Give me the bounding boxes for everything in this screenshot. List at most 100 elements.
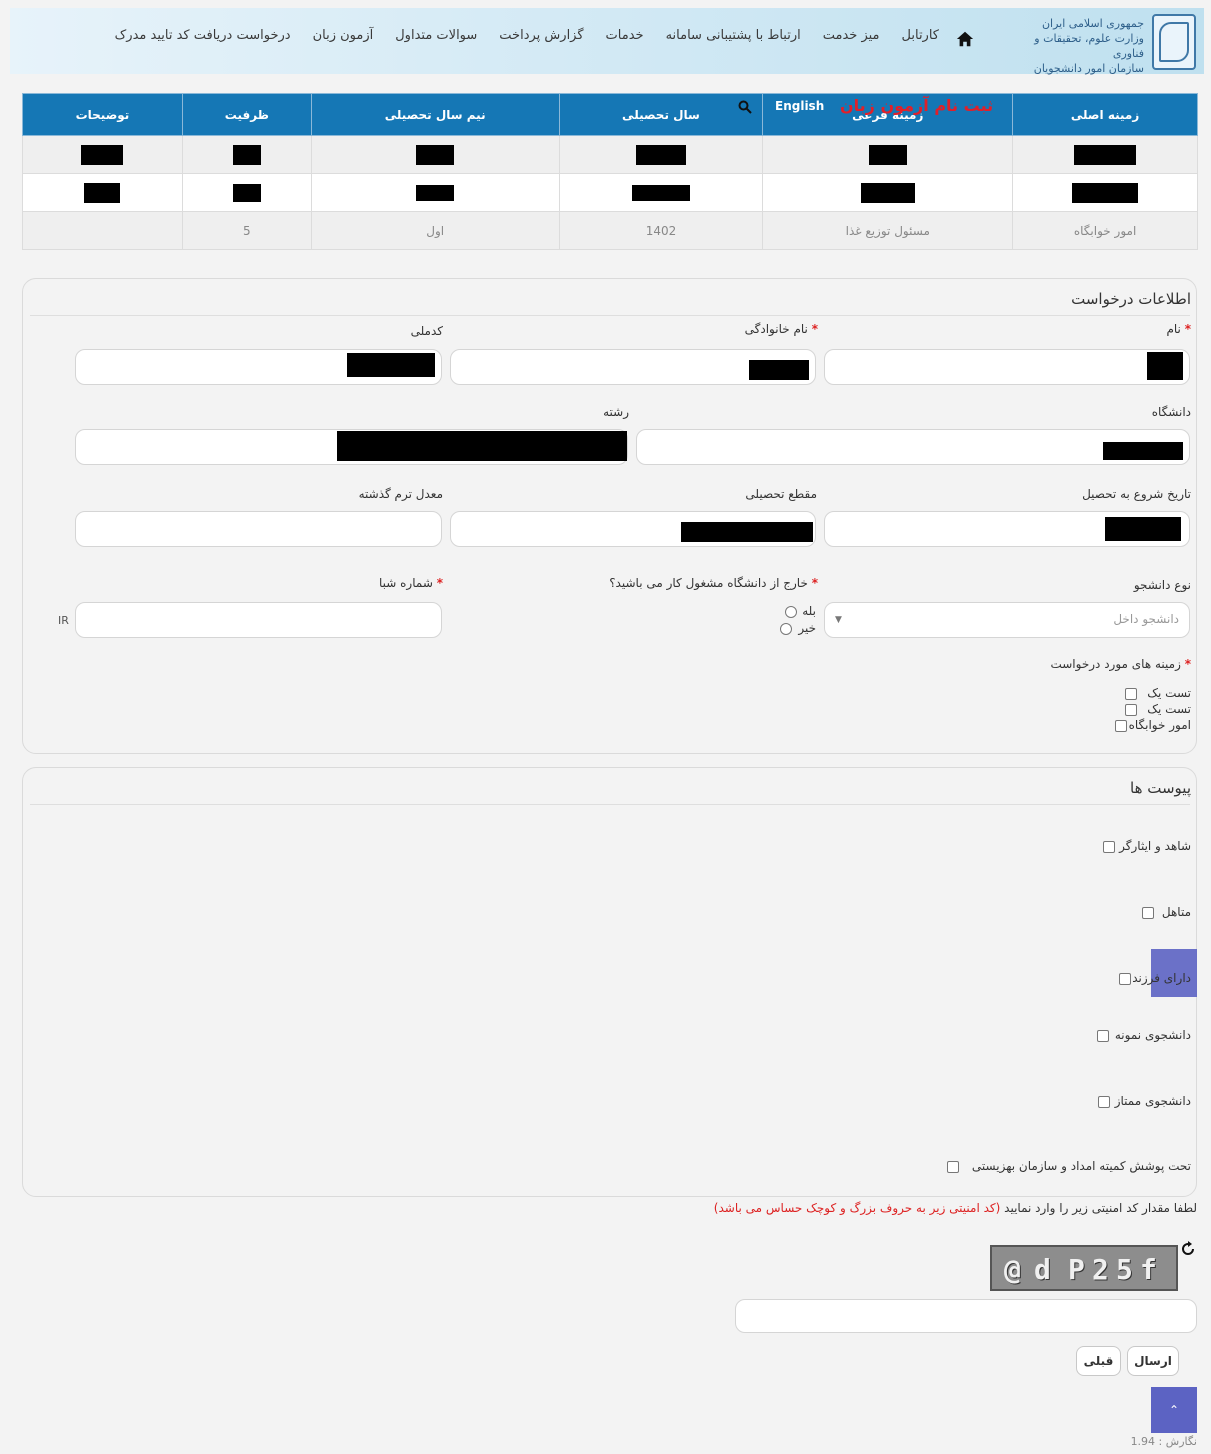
field-option-3-label: امور خوابگاه [1128,718,1191,732]
table-row[interactable] [22,173,1198,212]
nav-faq[interactable]: سوالات متداول [395,28,477,43]
attachment-martyr-checkbox[interactable] [1103,841,1115,853]
redacted-block [1072,182,1139,203]
redacted-block [347,353,435,377]
nav-support[interactable]: ارتباط با پشتیبانی سامانه [666,28,801,43]
language-exam-registration-title[interactable]: ثبت نام آزمون زبان [840,96,993,115]
first-name-label: * نام [1166,322,1191,336]
redacted-block [749,360,809,380]
first-name-field[interactable] [824,349,1190,385]
send-button[interactable]: ارسال [1127,1346,1179,1376]
home-icon[interactable] [956,30,974,48]
selection-table: زمینه اصلی زمینه فرعی سال تحصیلی نیم سال… [22,93,1198,250]
nav-certificate-code[interactable]: درخواست دریافت کد تایید مدرک [115,28,291,43]
attachment-excellent-checkbox[interactable] [1098,1096,1110,1108]
radio-no-label: خیر [798,621,816,635]
gpa-label: معدل ترم گذشته [358,487,443,501]
ministry-logo [1152,14,1196,70]
col-year: سال تحصیلی [558,93,764,136]
nav-language-exam[interactable]: آزمون زبان [313,28,374,43]
gpa-field[interactable] [75,511,442,547]
field-option-2-label: تست یک [1147,702,1191,716]
table-row[interactable]: امور خوابگاه مسئول توزیع غذا 1402 اول 5 [22,211,1198,250]
divider [30,315,1190,316]
redacted-block [416,144,455,165]
major-field[interactable] [75,429,628,465]
captcha-input[interactable] [735,1299,1197,1333]
student-type-value: دانشجو داخل [1113,612,1179,626]
col-notes: توضیحات [22,93,183,136]
radio-yes[interactable] [785,606,797,618]
start-date-label: تاریخ شروع به تحصیل [1082,487,1191,501]
nav-service-desk[interactable]: میز خدمت [823,28,880,43]
attachment-married-checkbox[interactable] [1142,907,1154,919]
field-option-1-checkbox[interactable] [1125,688,1137,700]
table-header-row: زمینه اصلی زمینه فرعی سال تحصیلی نیم سال… [22,93,1198,136]
last-name-label: * نام خانوادگی [744,322,818,336]
attachment-welfare-label: تحت پوشش کمیته امداد و سازمان بهزیستی [971,1159,1191,1173]
col-semester: نیم سال تحصیلی [310,93,560,136]
redacted-block [1105,517,1181,541]
major-label: رشته [603,405,629,419]
sheba-field[interactable] [75,602,442,638]
main-nav: کارتابل میز خدمت ارتباط با پشتیبانی ساما… [115,28,939,43]
degree-field[interactable] [450,511,816,547]
divider [30,804,1190,805]
redacted-block [1103,442,1183,460]
org-name: جمهوری اسلامی ایران وزارت علوم، تحقیقات … [1033,17,1144,75]
nav-kartable[interactable]: کارتابل [902,28,939,43]
radio-yes-label: بله [802,604,816,618]
table-row[interactable] [22,135,1198,174]
university-field[interactable] [636,429,1190,465]
radio-no[interactable] [780,623,792,635]
attachment-married-label: متاهل [1161,905,1191,919]
captcha-instructions: لطفا مقدار کد امنیتی زیر را وارد نمایید … [713,1201,1197,1215]
version-text: نگارش : 1.94 [1130,1435,1197,1448]
field-option-2-checkbox[interactable] [1125,704,1137,716]
attachment-child-label: دارای فرزند [1132,971,1191,985]
start-date-field[interactable] [824,511,1190,547]
attachment-martyr-label: شاهد و ایثارگر [1119,839,1191,853]
scroll-top-button[interactable]: ⌃ [1151,1387,1197,1433]
redacted-block [860,182,915,203]
redacted-block [1074,144,1137,165]
col-main-field: زمینه اصلی [1012,93,1198,136]
redacted-block [84,182,121,203]
nav-services[interactable]: خدمات [606,28,644,43]
field-option-3-checkbox[interactable] [1115,720,1127,732]
attachments-title: پیوست ها [1130,779,1191,797]
national-code-label: کدملی [410,324,443,338]
redacted-block [232,144,261,165]
redacted-block [681,522,813,542]
redacted-block [1147,352,1183,380]
redacted-block [232,183,261,202]
search-icon[interactable] [738,100,752,114]
panel-title: اطلاعات درخواست [1071,290,1191,308]
redacted-block [416,184,455,201]
sheba-prefix: IR [58,614,69,627]
university-label: دانشگاه [1151,405,1191,419]
previous-button[interactable]: قبلی [1076,1346,1121,1376]
english-link[interactable]: English [775,99,824,113]
redacted-block [631,184,690,201]
national-code-field[interactable] [75,349,442,385]
redacted-block [337,431,627,461]
student-type-select[interactable]: دانشجو داخل ▼ [824,602,1190,638]
attachments-panel [22,767,1197,1197]
attachment-welfare-checkbox[interactable] [947,1161,959,1173]
captcha-image: @ d P 2 5 f [990,1245,1178,1291]
student-type-label: نوع دانشجو [1133,578,1191,592]
fields-label: * زمینه های مورد درخواست [1050,657,1191,671]
refresh-icon[interactable] [1180,1241,1196,1257]
attachment-exemplary-checkbox[interactable] [1097,1030,1109,1042]
col-capacity: ظرفیت [181,93,312,136]
attachment-child-checkbox[interactable] [1119,973,1131,985]
last-name-field[interactable] [450,349,816,385]
redacted-block [81,144,124,165]
sheba-label: * شماره شبا [379,576,443,590]
redacted-block [868,144,907,165]
field-option-1-label: تست یک [1147,686,1191,700]
outside-work-label: * خارج از دانشگاه مشغول کار می باشید؟ [609,576,818,590]
redacted-block [635,144,686,165]
nav-payment-report[interactable]: گزارش پرداخت [499,28,583,43]
